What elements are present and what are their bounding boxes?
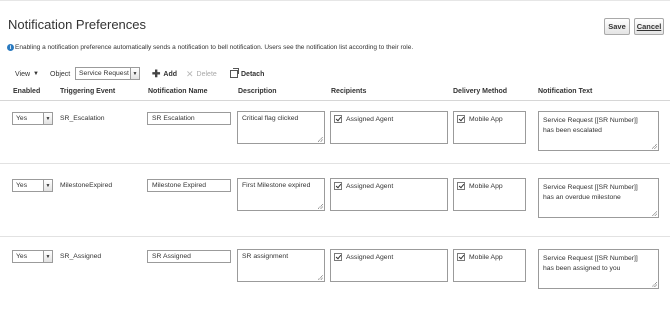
- detach-button-label: Detach: [241, 70, 265, 78]
- cancel-button[interactable]: Cancel: [634, 18, 664, 35]
- info-icon: i: [7, 44, 14, 51]
- enabled-select[interactable]: Yes ▼: [12, 112, 53, 125]
- close-icon: ✕: [186, 68, 194, 79]
- notification-name-input[interactable]: Milestone Expired: [147, 179, 231, 192]
- resize-handle-icon[interactable]: [652, 144, 657, 149]
- header-divider: [0, 100, 670, 101]
- checkbox-checked-icon[interactable]: [334, 115, 342, 123]
- view-menu[interactable]: View ▼: [15, 67, 39, 81]
- notification-text-textarea[interactable]: Service Request [[SR Number]] has been e…: [538, 111, 659, 151]
- recipient-label: Assigned Agent: [346, 253, 394, 261]
- recipient-option[interactable]: Assigned Agent: [334, 115, 444, 123]
- info-message: i Enabling a notification preference aut…: [7, 44, 413, 51]
- enabled-select[interactable]: Yes ▼: [12, 250, 53, 263]
- recipient-option[interactable]: Assigned Agent: [334, 182, 444, 190]
- delete-button-label: Delete: [196, 70, 217, 78]
- recipients-list: Assigned Agent: [330, 111, 448, 144]
- notification-text-textarea[interactable]: Service Request [[SR Number]] has been a…: [538, 249, 659, 289]
- detach-button[interactable]: Detach: [230, 67, 264, 81]
- table-row[interactable]: Yes ▼ MilestoneExpired Milestone Expired…: [0, 178, 670, 238]
- resize-handle-icon[interactable]: [652, 211, 657, 216]
- description-text: First Milestone expired: [242, 182, 311, 189]
- enabled-select[interactable]: Yes ▼: [12, 179, 53, 192]
- chevron-down-icon: ▼: [43, 113, 52, 124]
- delivery-option[interactable]: Mobile App: [457, 182, 522, 190]
- description-text: Critical flag clicked: [242, 115, 299, 122]
- detach-icon: [230, 68, 239, 78]
- column-header-notification-text[interactable]: Notification Text: [538, 88, 592, 95]
- delivery-option[interactable]: Mobile App: [457, 253, 522, 261]
- notification-text-line: Service Request [[SR Number]]: [543, 255, 638, 262]
- triggering-event: MilestoneExpired: [60, 182, 113, 189]
- delivery-method-list: Mobile App: [453, 249, 526, 282]
- column-header-notification-name[interactable]: Notification Name: [148, 88, 208, 95]
- description-textarea[interactable]: Critical flag clicked: [237, 111, 325, 144]
- recipients-list: Assigned Agent: [330, 249, 448, 282]
- save-button[interactable]: Save: [604, 18, 630, 35]
- enabled-select-value: Yes: [16, 182, 28, 189]
- row-divider: [0, 163, 670, 164]
- notification-text-line: has an overdue milestone: [543, 194, 621, 201]
- delivery-label: Mobile App: [469, 253, 503, 261]
- recipient-option[interactable]: Assigned Agent: [334, 253, 444, 261]
- table-toolbar: View ▼ Object Service Request ▼ ✚ Add ✕ …: [0, 67, 670, 81]
- cancel-button-label: Cancel: [636, 22, 662, 31]
- notification-text-line: Service Request [[SR Number]]: [543, 117, 638, 124]
- column-header-recipients[interactable]: Recipients: [331, 88, 366, 95]
- recipient-label: Assigned Agent: [346, 182, 394, 190]
- table-row[interactable]: Yes ▼ SR_Assigned SR Assigned SR assignm…: [0, 249, 670, 309]
- column-header-enabled[interactable]: Enabled: [13, 88, 40, 95]
- enabled-select-value: Yes: [16, 115, 28, 122]
- delivery-label: Mobile App: [469, 115, 503, 123]
- checkbox-checked-icon[interactable]: [334, 182, 342, 190]
- notification-text-line: Service Request [[SR Number]]: [543, 184, 638, 191]
- notification-name-input[interactable]: SR Escalation: [147, 112, 231, 125]
- recipients-list: Assigned Agent: [330, 178, 448, 211]
- view-menu-label: View: [15, 70, 31, 78]
- resize-handle-icon[interactable]: [652, 282, 657, 287]
- object-select-value: Service Request: [79, 70, 129, 77]
- delivery-method-list: Mobile App: [453, 111, 526, 144]
- recipient-label: Assigned Agent: [346, 115, 394, 123]
- add-button-label: Add: [163, 70, 177, 78]
- checkbox-checked-icon[interactable]: [457, 253, 465, 261]
- description-textarea[interactable]: First Milestone expired: [237, 178, 325, 211]
- column-header-triggering-event[interactable]: Triggering Event: [60, 88, 115, 95]
- column-header-delivery-method[interactable]: Delivery Method: [453, 88, 507, 95]
- top-border: [0, 0, 670, 1]
- notification-name-input[interactable]: SR Assigned: [147, 250, 231, 263]
- info-message-text: Enabling a notification preference autom…: [15, 44, 414, 51]
- checkbox-checked-icon[interactable]: [457, 182, 465, 190]
- row-divider: [0, 236, 670, 237]
- column-header-description[interactable]: Description: [238, 88, 277, 95]
- resize-handle-icon[interactable]: [318, 275, 323, 280]
- enabled-select-value: Yes: [16, 253, 28, 260]
- page-title: Notification Preferences: [8, 17, 147, 32]
- chevron-down-icon: ▼: [43, 180, 52, 191]
- table-row[interactable]: Yes ▼ SR_Escalation SR Escalation Critic…: [0, 111, 670, 171]
- delivery-option[interactable]: Mobile App: [457, 115, 522, 123]
- plus-icon: ✚: [152, 68, 161, 80]
- delete-button[interactable]: ✕ Delete: [186, 67, 217, 81]
- description-text: SR assignment: [242, 253, 289, 260]
- delivery-method-list: Mobile App: [453, 178, 526, 211]
- object-select[interactable]: Service Request ▼: [75, 67, 140, 80]
- add-button[interactable]: ✚ Add: [152, 67, 177, 81]
- chevron-down-icon: ▼: [130, 68, 139, 79]
- checkbox-checked-icon[interactable]: [457, 115, 465, 123]
- notification-text-line: has been assigned to you: [543, 265, 621, 272]
- triggering-event: SR_Assigned: [60, 253, 102, 260]
- triggering-event: SR_Escalation: [60, 115, 105, 122]
- resize-handle-icon[interactable]: [318, 137, 323, 142]
- delivery-label: Mobile App: [469, 182, 503, 190]
- checkbox-checked-icon[interactable]: [334, 253, 342, 261]
- chevron-down-icon: ▼: [43, 251, 52, 262]
- object-label: Object: [50, 70, 71, 78]
- caret-down-icon: ▼: [33, 71, 39, 77]
- notification-text-textarea[interactable]: Service Request [[SR Number]] has an ove…: [538, 178, 659, 218]
- notification-text-line: has been escalated: [543, 127, 602, 134]
- resize-handle-icon[interactable]: [318, 204, 323, 209]
- description-textarea[interactable]: SR assignment: [237, 249, 325, 282]
